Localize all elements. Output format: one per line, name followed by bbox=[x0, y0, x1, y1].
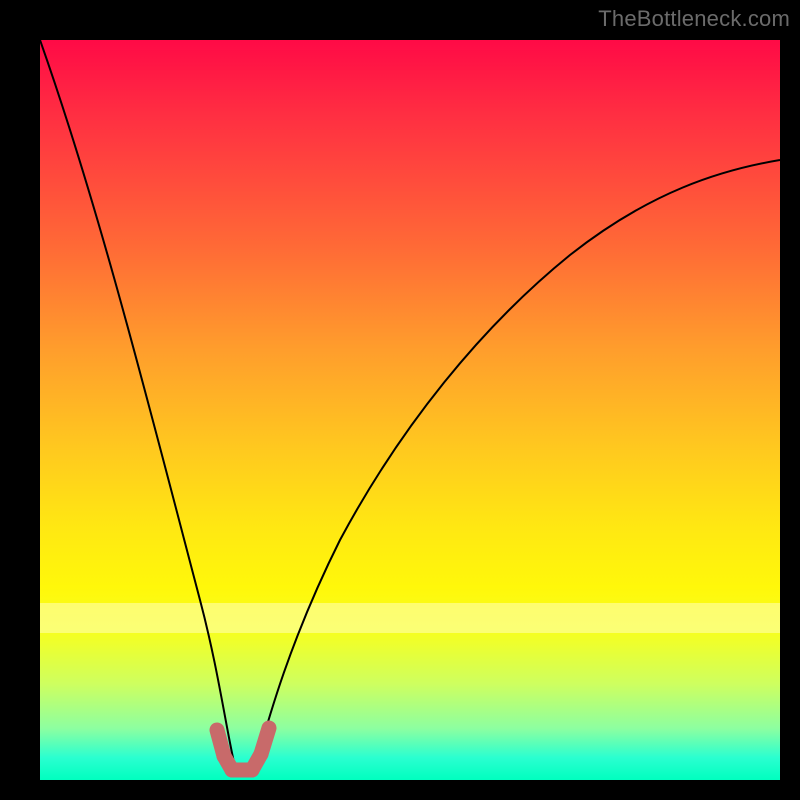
chart-frame: TheBottleneck.com bbox=[0, 0, 800, 800]
highlighted-minimum bbox=[217, 728, 269, 770]
bottleneck-curve bbox=[40, 40, 780, 773]
plot-area bbox=[40, 40, 780, 780]
curve-layer bbox=[40, 40, 780, 780]
watermark-text: TheBottleneck.com bbox=[598, 6, 790, 32]
